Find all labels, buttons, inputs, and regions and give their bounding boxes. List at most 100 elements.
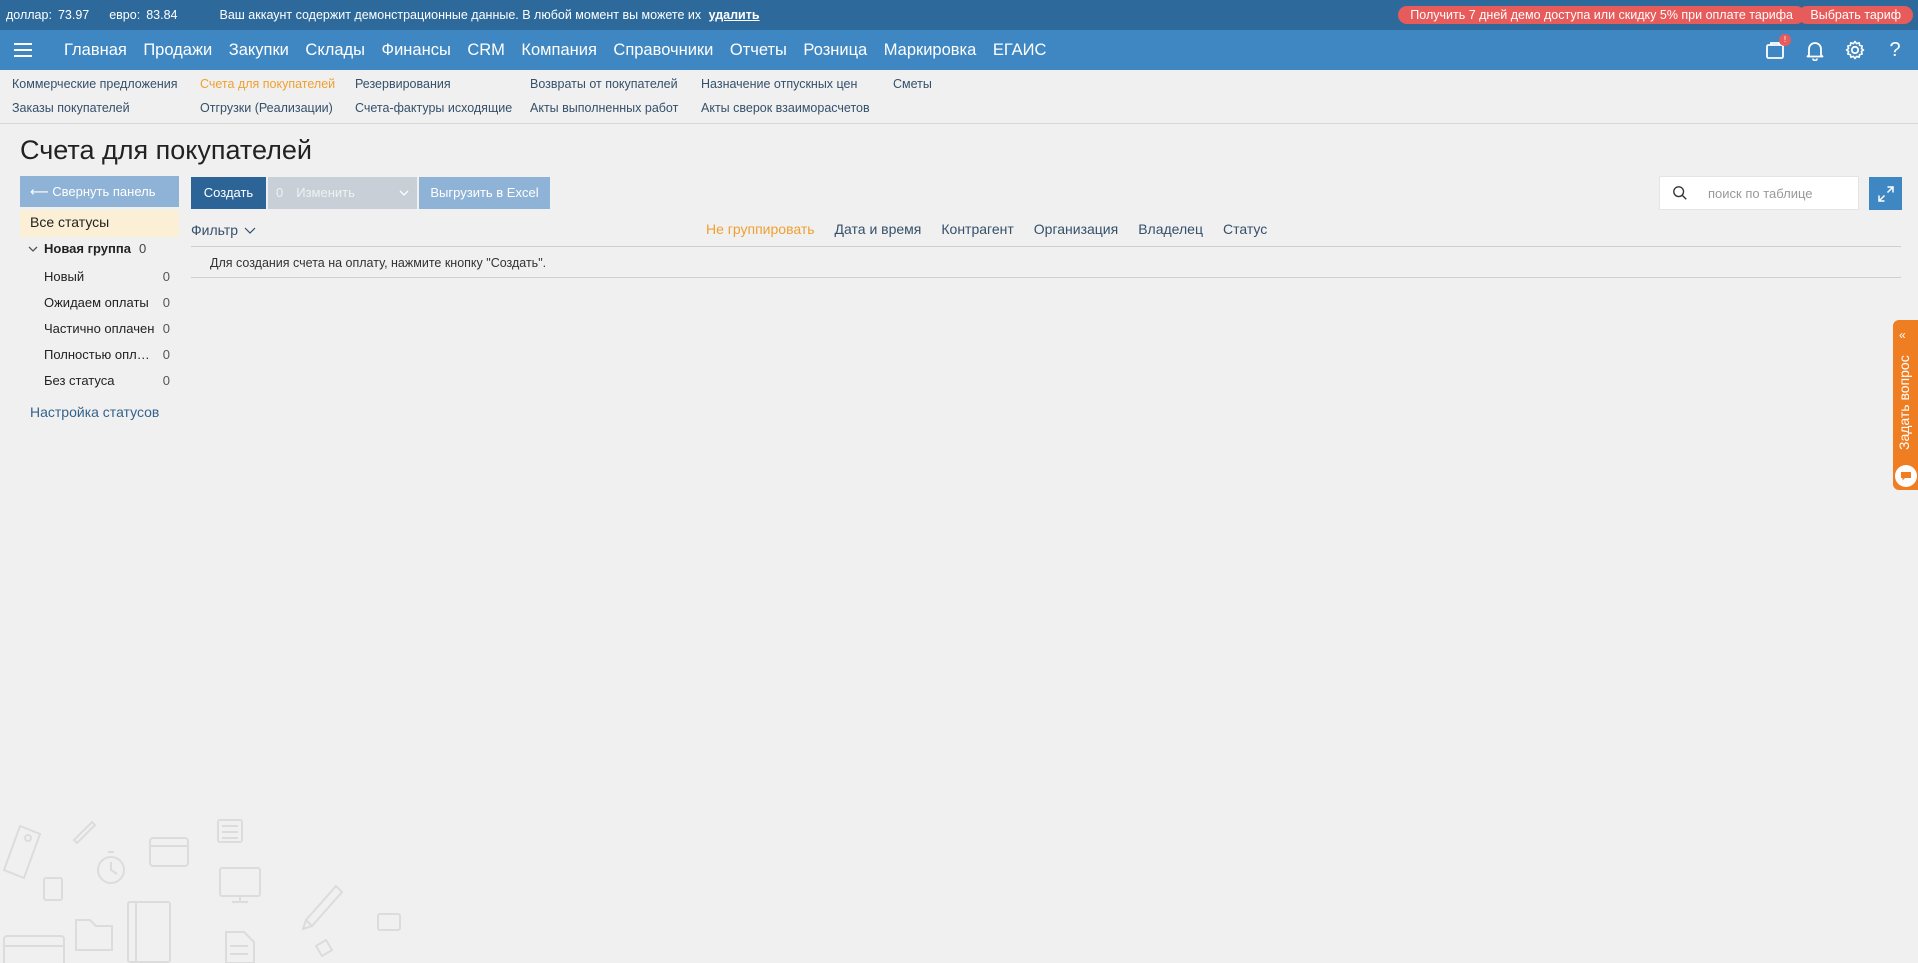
filter-toggle[interactable]: Фильтр — [191, 222, 256, 238]
subnav-customer-invoices[interactable]: Счета для покупателей — [200, 77, 335, 91]
bell-icon[interactable] — [1804, 39, 1826, 61]
grouping-counterparty[interactable]: Контрагент — [941, 221, 1013, 237]
nav-item-purchases[interactable]: Закупки — [229, 41, 289, 60]
dollar-label: доллар: — [6, 8, 52, 22]
monitor-icon — [219, 867, 261, 903]
status-item-awaiting-payment[interactable]: Ожидаем оплаты 0 — [44, 295, 170, 310]
status-item-new[interactable]: Новый 0 — [44, 269, 170, 284]
nav-item-crm[interactable]: CRM — [467, 41, 505, 60]
book-icon — [127, 901, 171, 963]
nav-item-sales[interactable]: Продажи — [143, 41, 212, 60]
ask-question-tab[interactable]: « Задать вопрос — [1893, 320, 1918, 490]
expand-icon — [1877, 185, 1894, 202]
status-item-partially-paid[interactable]: Частично оплачен 0 — [44, 321, 170, 336]
document-icon — [225, 931, 255, 963]
subnav-price-assignment[interactable]: Назначение отпускных цен — [701, 77, 857, 91]
grouping-none[interactable]: Не группировать — [706, 221, 815, 237]
status-count: 0 — [162, 295, 170, 310]
calculator-icon — [217, 819, 243, 843]
grouping-status[interactable]: Статус — [1223, 221, 1267, 237]
change-dropdown[interactable]: 0 Изменить — [268, 177, 417, 209]
subnav-customer-orders[interactable]: Заказы покупателей — [12, 101, 130, 115]
chevron-down-icon — [28, 246, 38, 252]
export-excel-button[interactable]: Выгрузить в Excel — [419, 177, 550, 209]
promo-button[interactable]: Получить 7 дней демо доступа или скидку … — [1398, 6, 1805, 24]
grouping-organization[interactable]: Организация — [1034, 221, 1118, 237]
subnav-reservations[interactable]: Резервирования — [355, 77, 451, 91]
selected-count: 0 — [276, 185, 284, 200]
wallet-icon — [149, 837, 189, 867]
nav-item-finance[interactable]: Финансы — [382, 41, 451, 60]
subnav-commercial-offers[interactable]: Коммерческие предложения — [12, 77, 178, 91]
table-search — [1659, 176, 1859, 210]
subnav-reconciliation-acts[interactable]: Акты сверок взаиморасчетов — [701, 101, 870, 115]
fullscreen-button[interactable] — [1869, 177, 1902, 210]
dollar-rate: 73.97 — [57, 8, 90, 22]
demo-message-text: Ваш аккаунт содержит демонстрационные да… — [219, 8, 702, 22]
search-input[interactable] — [1708, 185, 1858, 201]
status-label: Без статуса — [44, 373, 115, 388]
status-group-count: 0 — [138, 241, 147, 256]
status-count: 0 — [162, 347, 170, 362]
nav-item-marking[interactable]: Маркировка — [884, 41, 977, 60]
status-label: Ожидаем оплаты — [44, 295, 149, 310]
page-title: Счета для покупателей — [20, 135, 312, 165]
subnav-outgoing-invoices[interactable]: Счета-фактуры исходящие — [355, 101, 512, 115]
chevron-down-icon — [244, 227, 256, 234]
status-group-label: Новая группа — [44, 241, 131, 256]
status-settings-link[interactable]: Настройка статусов — [30, 404, 159, 420]
ask-question-label: Задать вопрос — [1896, 355, 1912, 450]
status-count: 0 — [162, 321, 170, 336]
nav-item-references[interactable]: Справочники — [613, 41, 713, 60]
nav-icons: ! ? — [1764, 30, 1906, 70]
subnav-work-acts[interactable]: Акты выполненных работ — [530, 101, 678, 115]
status-count: 0 — [162, 269, 170, 284]
status-label: Новый — [44, 269, 85, 284]
credit-card-icon — [3, 935, 65, 963]
subnav-estimates[interactable]: Сметы — [893, 77, 932, 91]
nav-item-egais[interactable]: ЕГАИС — [993, 41, 1047, 60]
subnav-customer-returns[interactable]: Возвраты от покупателей — [530, 77, 678, 91]
chevron-down-icon — [399, 190, 409, 196]
status-group-new[interactable]: Новая группа 0 — [28, 241, 146, 256]
main-nav: Главная Продажи Закупки Склады Финансы C… — [0, 30, 1918, 70]
help-icon[interactable]: ? — [1884, 39, 1906, 61]
id-card-icon — [377, 913, 401, 931]
nav-item-warehouses[interactable]: Склады — [305, 41, 365, 60]
price-tag-icon — [2, 824, 42, 880]
decorative-background-illustration — [2, 819, 401, 963]
nav-item-company[interactable]: Компания — [521, 41, 597, 60]
collapse-panel-button[interactable]: ⟵ Свернуть панель — [20, 176, 179, 207]
sub-nav: Коммерческие предложения Заказы покупате… — [0, 70, 1918, 124]
status-label: Полностью оплачен — [44, 347, 156, 362]
menu-icon[interactable] — [0, 30, 46, 70]
status-count: 0 — [162, 373, 170, 388]
cart-icon[interactable]: ! — [1764, 34, 1791, 61]
create-button[interactable]: Создать — [191, 177, 266, 209]
change-label: Изменить — [296, 185, 355, 200]
choose-tariff-button[interactable]: Выбрать тариф — [1798, 6, 1913, 24]
status-item-fully-paid[interactable]: Полностью оплачен 0 — [44, 347, 170, 362]
status-item-no-status[interactable]: Без статуса 0 — [44, 373, 170, 388]
info-bar: доллар: 73.97 евро: 83.84 Ваш аккаунт со… — [0, 0, 1918, 30]
nav-item-retail[interactable]: Розница — [803, 41, 867, 60]
delete-demo-link[interactable]: удалить — [709, 8, 760, 22]
search-icon — [1673, 186, 1687, 200]
nav-item-home[interactable]: Главная — [64, 41, 127, 60]
grouping-options: Не группировать Дата и время Контрагент … — [706, 221, 1287, 237]
gear-icon[interactable] — [1844, 39, 1866, 61]
main-nav-items: Главная Продажи Закупки Склады Финансы C… — [64, 41, 1063, 60]
table-divider — [191, 246, 1901, 247]
clipboard-icon — [43, 877, 63, 901]
notification-badge: ! — [1779, 34, 1791, 46]
chat-bubble-icon — [1895, 465, 1917, 487]
subnav-shipments[interactable]: Отгрузки (Реализации) — [200, 101, 333, 115]
status-all[interactable]: Все статусы — [20, 210, 179, 237]
grouping-date[interactable]: Дата и время — [835, 221, 922, 237]
nav-item-reports[interactable]: Отчеты — [730, 41, 787, 60]
small-tag-icon — [314, 938, 334, 958]
grouping-owner[interactable]: Владелец — [1138, 221, 1203, 237]
stopwatch-icon — [97, 851, 125, 884]
status-label: Частично оплачен — [44, 321, 155, 336]
filter-label: Фильтр — [191, 222, 239, 238]
